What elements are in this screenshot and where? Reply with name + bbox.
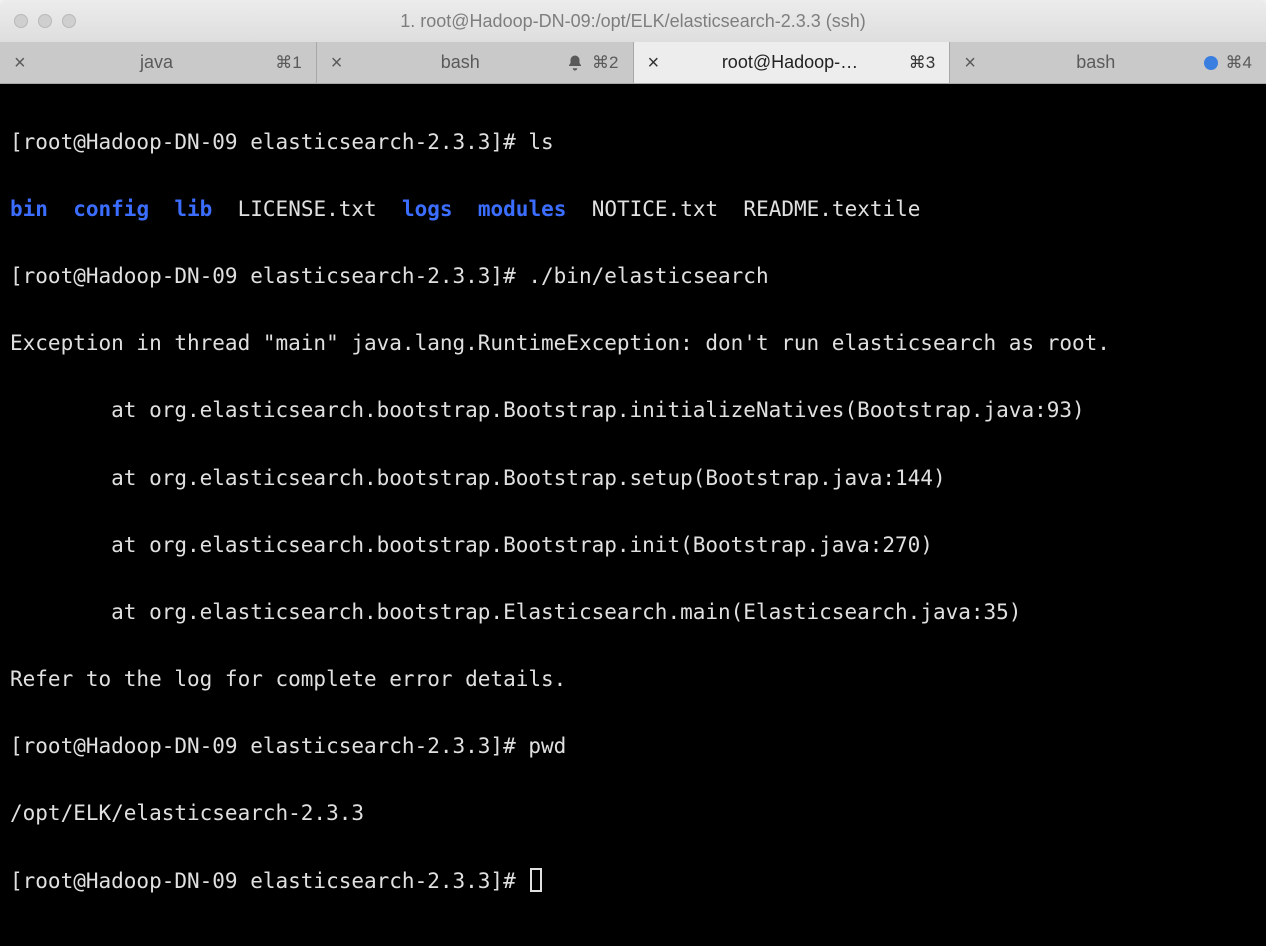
terminal-line: at org.elasticsearch.bootstrap.Elasticse… <box>10 596 1256 630</box>
tab-shortcut: ⌘3 <box>909 53 935 73</box>
prompt: [root@Hadoop-DN-09 elasticsearch-2.3.3]# <box>10 869 528 893</box>
ls-dir: config <box>73 197 149 221</box>
terminal-line: [root@Hadoop-DN-09 elasticsearch-2.3.3]#… <box>10 260 1256 294</box>
titlebar: 1. root@Hadoop-DN-09:/opt/ELK/elasticsea… <box>0 0 1266 42</box>
command: pwd <box>528 734 566 758</box>
tab-shortcut: ⌘1 <box>275 53 301 73</box>
tab-title: java <box>38 52 276 73</box>
terminal-line: at org.elasticsearch.bootstrap.Bootstrap… <box>10 529 1256 563</box>
close-icon[interactable]: × <box>646 53 662 73</box>
prompt: [root@Hadoop-DN-09 elasticsearch-2.3.3]# <box>10 734 528 758</box>
close-icon[interactable]: × <box>329 53 345 73</box>
terminal-line: [root@Hadoop-DN-09 elasticsearch-2.3.3]# <box>10 865 1256 899</box>
ls-file: LICENSE.txt <box>238 197 377 221</box>
tab-shortcut: ⌘2 <box>592 53 618 73</box>
zoom-window-button[interactable] <box>62 14 76 28</box>
bell-icon <box>566 54 584 72</box>
terminal-line: bin config lib LICENSE.txt logs modules … <box>10 193 1256 227</box>
tab-java[interactable]: × java ⌘1 <box>0 42 317 83</box>
window-title: 1. root@Hadoop-DN-09:/opt/ELK/elasticsea… <box>0 11 1266 32</box>
terminal-line: [root@Hadoop-DN-09 elasticsearch-2.3.3]#… <box>10 126 1256 160</box>
prompt: [root@Hadoop-DN-09 elasticsearch-2.3.3]# <box>10 130 528 154</box>
ls-dir: logs <box>402 197 453 221</box>
terminal-line: Refer to the log for complete error deta… <box>10 663 1256 697</box>
tab-root-hadoop[interactable]: × root@Hadoop-… ⌘3 <box>634 42 951 83</box>
prompt: [root@Hadoop-DN-09 elasticsearch-2.3.3]# <box>10 264 528 288</box>
close-window-button[interactable] <box>14 14 28 28</box>
ls-file: README.textile <box>743 197 920 221</box>
close-icon[interactable]: × <box>12 53 28 73</box>
terminal-line: at org.elasticsearch.bootstrap.Bootstrap… <box>10 394 1256 428</box>
tab-bash-1[interactable]: × bash ⌘2 <box>317 42 634 83</box>
minimize-window-button[interactable] <box>38 14 52 28</box>
terminal-content[interactable]: [root@Hadoop-DN-09 elasticsearch-2.3.3]#… <box>0 84 1266 946</box>
ls-dir: lib <box>174 197 212 221</box>
tab-title: root@Hadoop-… <box>671 52 909 73</box>
traffic-lights <box>0 14 76 28</box>
terminal-line: [root@Hadoop-DN-09 elasticsearch-2.3.3]#… <box>10 730 1256 764</box>
tab-shortcut: ⌘4 <box>1226 53 1252 73</box>
terminal-line: at org.elasticsearch.bootstrap.Bootstrap… <box>10 462 1256 496</box>
terminal-line: Exception in thread "main" java.lang.Run… <box>10 327 1256 361</box>
close-icon[interactable]: × <box>962 53 978 73</box>
tab-bar: × java ⌘1 × bash ⌘2 × root@Ha <box>0 42 1266 84</box>
tab-bash-2[interactable]: × bash ⌘4 <box>950 42 1266 83</box>
terminal-line: /opt/ELK/elasticsearch-2.3.3 <box>10 797 1256 831</box>
ls-dir: bin <box>10 197 48 221</box>
cursor <box>530 868 542 892</box>
command: ls <box>528 130 553 154</box>
ls-dir: modules <box>478 197 567 221</box>
terminal-window: 1. root@Hadoop-DN-09:/opt/ELK/elasticsea… <box>0 0 1266 946</box>
tab-title: bash <box>988 52 1204 73</box>
command: ./bin/elasticsearch <box>528 264 768 288</box>
tab-title: bash <box>354 52 566 73</box>
ls-file: NOTICE.txt <box>592 197 718 221</box>
activity-dot-icon <box>1204 56 1218 70</box>
